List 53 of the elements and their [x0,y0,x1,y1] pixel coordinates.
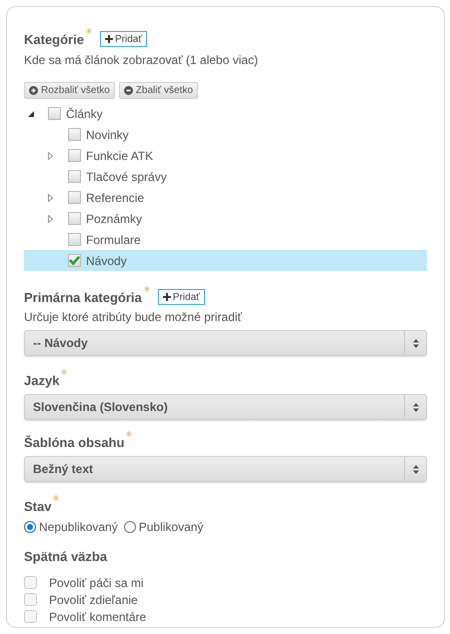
field-label: Jazyk [24,372,60,390]
selected-tree-row[interactable]: Návody [24,250,427,271]
checkbox-label[interactable]: Povoliť páči sa mi [49,574,144,592]
category-select[interactable]: -- Návody [24,330,427,356]
checkbox[interactable] [68,233,81,246]
tree-item-label[interactable]: Návody [86,252,127,270]
radio-button[interactable] [124,521,136,533]
tree-item-label[interactable]: Články [66,104,103,122]
tree-item-label[interactable]: Poznámky [86,210,142,228]
language-select[interactable]: Slovenčina (Slovensko) [24,394,427,420]
add-button[interactable]: Pridať [158,289,205,305]
field-label: Primárna kategória [24,289,142,307]
sort-arrows-icon [412,338,418,348]
checkbox[interactable] [24,610,37,623]
checkbox[interactable] [68,170,81,183]
checkbox[interactable] [24,576,37,589]
checkbox[interactable] [24,593,37,606]
template-select[interactable]: Bežný text [24,456,427,482]
sort-arrows-icon [412,402,418,412]
collapsed-triangle-icon[interactable] [48,152,53,160]
checkbox[interactable] [48,107,61,120]
sort-arrows-icon [412,464,418,474]
checkbox[interactable] [68,212,81,225]
field-description: Určuje ktoré atribúty bude možné priradiť [24,309,243,326]
plus-icon [162,293,171,301]
radio-label[interactable]: Publikovaný [138,518,204,536]
collapsed-triangle-icon[interactable] [48,214,53,222]
tree-item-label[interactable]: Formulare [86,230,141,248]
checkbox-label[interactable]: Povoliť zdieľanie [49,590,138,608]
tree-item-label[interactable]: Funkcie ATK [86,146,154,164]
tree-item-label[interactable]: Referencie [86,188,144,206]
checkbox[interactable] [68,254,81,267]
collapse-all-button[interactable]: Zbaliť všetko [118,82,198,99]
minus-circle-icon [124,86,133,95]
collapsed-triangle-icon[interactable] [48,194,53,202]
field-description: Kde sa má článok zobrazovať (1 alebo viac) [24,52,259,69]
checkbox[interactable] [68,191,81,204]
field-label: Stav [24,498,52,516]
plus-circle-icon [29,86,38,95]
field-label: Kategórie [24,31,84,49]
expanded-triangle-icon[interactable] [28,110,34,116]
field-label: Spätná väzba [24,548,108,566]
add-button[interactable]: Pridať [100,31,148,47]
checkbox[interactable] [68,128,81,141]
tree-item-label[interactable]: Tlačové správy [86,168,167,186]
checkbox[interactable] [68,149,81,162]
field-label: Šablóna obsahu [24,434,124,452]
plus-icon [104,35,113,43]
radio-button[interactable] [24,521,36,533]
radio-label[interactable]: Nepublikovaný [39,518,118,536]
checkbox-label[interactable]: Povoliť komentáre [49,608,146,626]
expand-all-button[interactable]: Rozbaliť všetko [24,82,115,99]
tree-item-label[interactable]: Novinky [86,126,129,144]
